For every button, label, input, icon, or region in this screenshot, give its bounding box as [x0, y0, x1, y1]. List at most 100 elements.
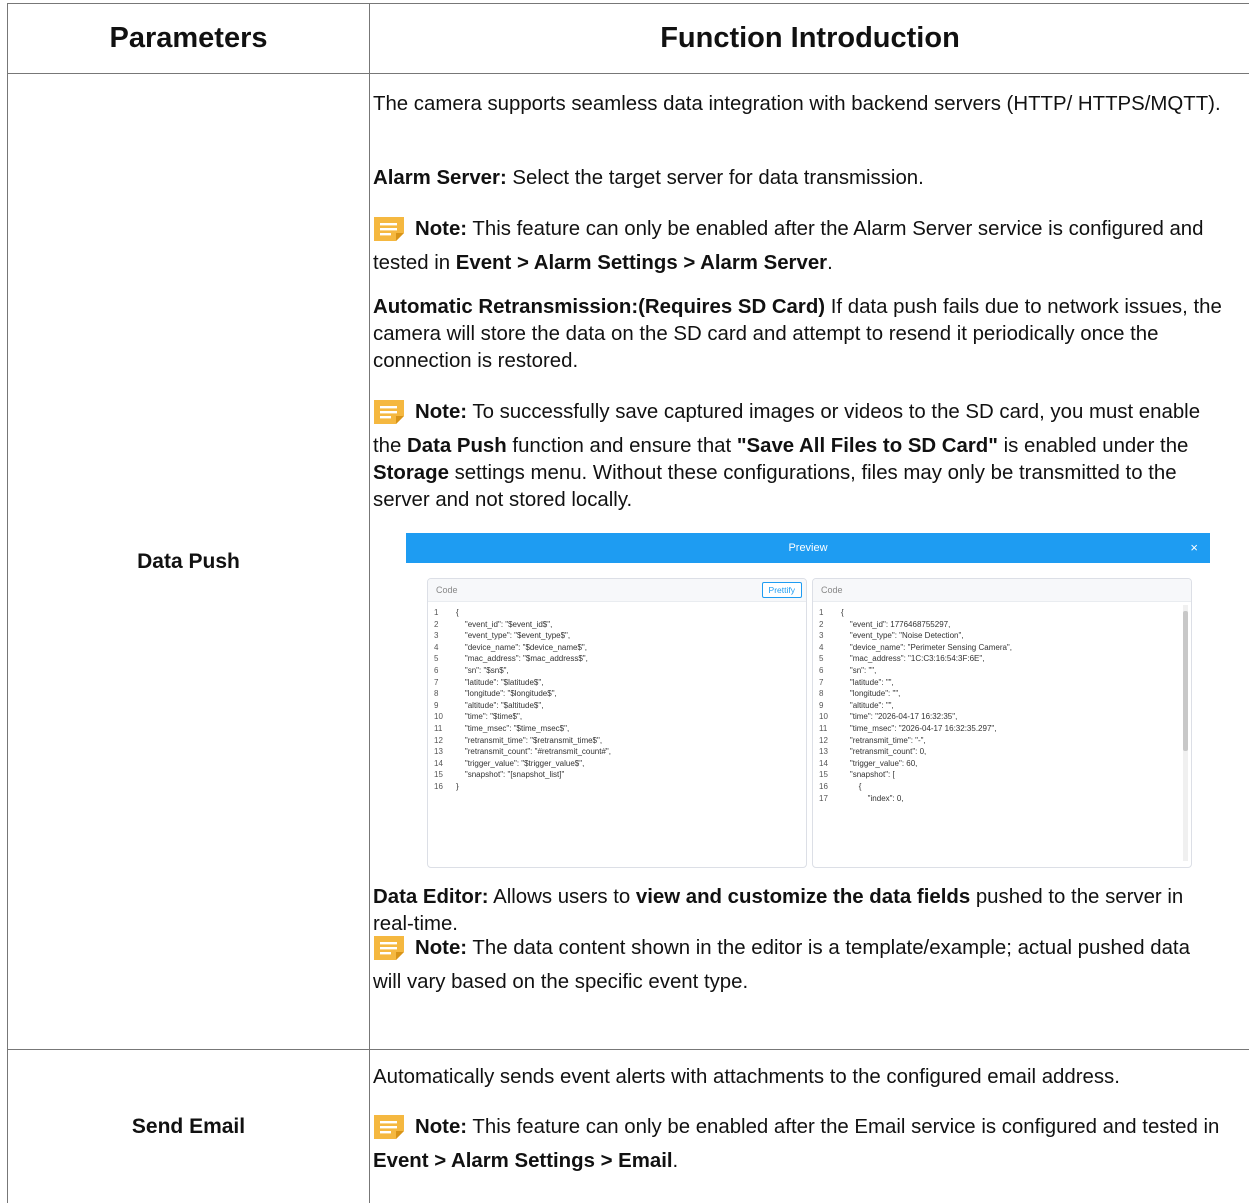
header-function-introduction: Function Introduction — [660, 22, 960, 54]
line-text: "altitude": "$altitude$", — [456, 700, 544, 710]
preview-title-bar: Preview × — [406, 533, 1210, 563]
line-number: 12 — [819, 735, 828, 745]
line-text: "mac_address": "1C:C3:16:54:3F:6E", — [841, 654, 985, 664]
close-icon[interactable]: × — [1190, 533, 1198, 563]
line-number: 4 — [819, 642, 824, 652]
line-number: 3 — [434, 631, 439, 641]
line-text: "snapshot": "[snapshot_list]" — [456, 770, 565, 780]
line-number: 3 — [819, 631, 824, 641]
code-line: 6 "sn": "$sn$", — [428, 665, 806, 677]
data-editor-text: Data Editor: Allows users to view and cu… — [373, 884, 1223, 938]
line-number: 10 — [434, 712, 443, 722]
line-text: "retransmit_count": 0, — [841, 747, 927, 757]
code-line: 4 "device_name": "$device_name$", — [428, 642, 806, 654]
note-template: Note: The data content shown in the edit… — [373, 935, 1223, 996]
code-line: 5 "mac_address": "$mac_address$", — [428, 653, 806, 665]
note-label: Note: — [415, 1116, 468, 1138]
prettify-button[interactable]: Prettify — [761, 582, 802, 598]
note-text: This feature can only be enabled after t… — [467, 1116, 1220, 1138]
code-panel-header: Code Prettify — [428, 579, 806, 602]
note-icon — [373, 1114, 405, 1148]
code-line: 13 "retransmit_count": "#retransmit_coun… — [428, 746, 806, 758]
line-number: 14 — [434, 758, 443, 768]
line-number: 4 — [434, 642, 439, 652]
preview-title: Preview — [788, 542, 828, 554]
code-line: 9 "altitude": "$altitude$", — [428, 700, 806, 712]
note-end: . — [672, 1150, 679, 1172]
retransmission-text: Automatic Retransmission:(Requires SD Ca… — [373, 294, 1223, 375]
note-icon — [373, 399, 405, 433]
line-number: 2 — [819, 619, 824, 629]
line-number: 17 — [819, 793, 828, 803]
line-text: "trigger_value": 60, — [841, 758, 918, 768]
line-text: "time_msec": "$time_msec$", — [456, 723, 570, 733]
code-line: 10 "time": "$time$", — [428, 711, 806, 723]
code-line: 10 "time": "2026-04-17 16:32:35", — [813, 711, 1191, 723]
line-text: "altitude": "", — [841, 700, 894, 710]
column-divider — [369, 4, 370, 1203]
line-number: 7 — [819, 677, 824, 687]
line-text: "latitude": "$latitude$", — [456, 677, 544, 687]
retransmission-label: Automatic Retransmission:(Requires SD Ca… — [373, 296, 826, 318]
header-parameters: Parameters — [109, 22, 268, 54]
code-line: 1{ — [813, 607, 1191, 619]
line-text: "longitude": "", — [841, 689, 901, 699]
line-text: "device_name": "Perimeter Sensing Camera… — [841, 642, 1012, 652]
line-number: 12 — [434, 735, 443, 745]
line-number: 9 — [434, 700, 439, 710]
code-panel-title: Code — [436, 585, 458, 595]
code-line: 9 "altitude": "", — [813, 700, 1191, 712]
note-email: Note: This feature can only be enabled a… — [373, 1114, 1223, 1175]
note-label: Note: — [415, 218, 468, 240]
note-bold-save-all: "Save All Files to SD Card" — [736, 435, 998, 457]
alarm-server-desc: Select the target server for data transm… — [506, 167, 924, 189]
code-line: 7 "latitude": "$latitude$", — [428, 677, 806, 689]
send-email-intro: Automatically sends event alerts with at… — [373, 1066, 1120, 1088]
code-line: 5 "mac_address": "1C:C3:16:54:3F:6E", — [813, 653, 1191, 665]
line-text: "event_type": "$event_type$", — [456, 631, 571, 641]
code-panel-preview: Code 1{2 "event_id": 1776468755297, 3 "ev… — [812, 578, 1192, 868]
note-path: Event > Alarm Settings > Email — [373, 1150, 673, 1172]
data-editor-bold: view and customize the data fields — [635, 886, 971, 908]
data-push-intro: The camera supports seamless data integr… — [373, 93, 1221, 115]
preview-dialog: Preview × Code Prettify 1{2 "event_id": … — [406, 533, 1210, 868]
line-number: 8 — [819, 689, 824, 699]
line-number: 14 — [819, 758, 828, 768]
code-line: 16} — [428, 781, 806, 793]
note-icon — [373, 935, 405, 969]
code-line: 15 "snapshot": [ — [813, 769, 1191, 781]
code-line: 2 "event_id": 1776468755297, — [813, 619, 1191, 631]
line-number: 16 — [434, 781, 443, 791]
param-data-push: Data Push — [137, 549, 240, 573]
code-line: 1{ — [428, 607, 806, 619]
code-editor-preview[interactable]: 1{2 "event_id": 1776468755297, 3 "event_t… — [813, 607, 1191, 804]
line-number: 11 — [434, 723, 443, 733]
line-text: "sn": "", — [841, 665, 877, 675]
line-text: { — [841, 608, 844, 617]
line-number: 13 — [434, 747, 443, 757]
line-number: 5 — [819, 654, 824, 664]
data-editor-desc: Allows users to — [488, 886, 636, 908]
note-label: Note: — [415, 937, 468, 959]
line-number: 8 — [434, 689, 439, 699]
code-line: 12 "retransmit_time": "-", — [813, 735, 1191, 747]
note-end: . — [827, 252, 833, 274]
code-editor-template[interactable]: 1{2 "event_id": "$event_id$", 3 "event_ty… — [428, 607, 806, 793]
line-text: "longitude": "$longitude$", — [456, 689, 557, 699]
note-text: function and ensure that — [506, 435, 737, 457]
note-text: The data content shown in the editor is … — [373, 937, 1190, 993]
note-text: settings menu. Without these configurati… — [373, 462, 1177, 511]
line-text: "time": "2026-04-17 16:32:35", — [841, 712, 958, 722]
code-line: 11 "time_msec": "2026-04-17 16:32:35.297… — [813, 723, 1191, 735]
code-line: 12 "retransmit_time": "$retransmit_time$… — [428, 735, 806, 747]
code-line: 4 "device_name": "Perimeter Sensing Came… — [813, 642, 1191, 654]
line-number: 1 — [819, 608, 824, 617]
line-text: "event_id": 1776468755297, — [841, 619, 951, 629]
line-number: 16 — [819, 781, 828, 791]
line-number: 10 — [819, 712, 828, 722]
line-text: "retransmit_time": "$retransmit_time$", — [456, 735, 603, 745]
scrollbar-thumb[interactable] — [1183, 611, 1188, 751]
code-line: 8 "longitude": "", — [813, 688, 1191, 700]
code-line: 15 "snapshot": "[snapshot_list]" — [428, 769, 806, 781]
line-text: "time": "$time$", — [456, 712, 523, 722]
